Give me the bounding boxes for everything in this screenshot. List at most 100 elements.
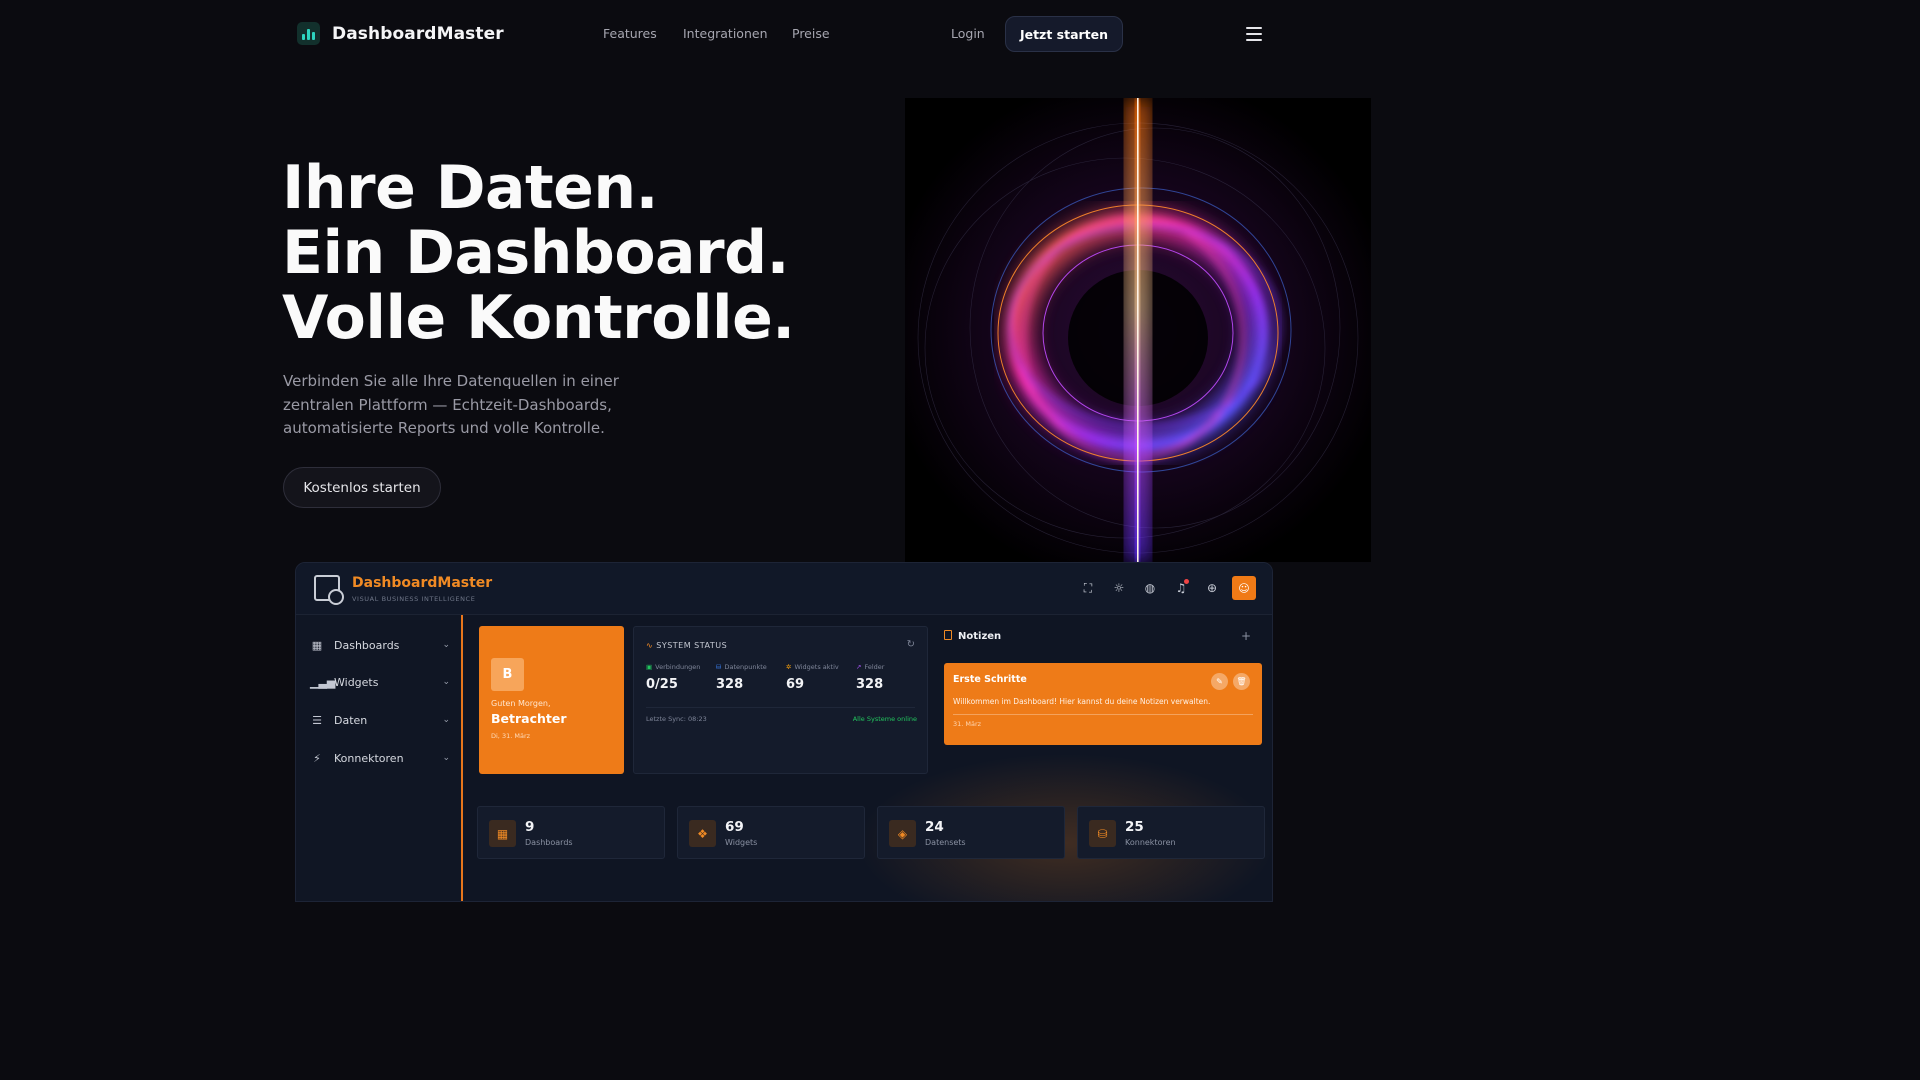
- divider: [646, 707, 915, 708]
- kpi-card-konnektoren[interactable]: ⛁ 25 Konnektoren: [1077, 806, 1265, 859]
- systems-online-status: Alle Systeme online: [852, 715, 917, 723]
- note-icon: [944, 630, 952, 640]
- dashboard-header: DashboardMaster VISUAL BUSINESS INTELLIG…: [296, 563, 1272, 615]
- grid-icon: ▦: [311, 638, 323, 652]
- kpi-card-datensets[interactable]: ◈ 24 Datensets: [877, 806, 1065, 859]
- chevron-down-icon: ⌄: [442, 640, 450, 650]
- sidebar-item-label: Daten: [334, 713, 368, 727]
- status-stat-value: 0/25: [646, 677, 678, 692]
- system-status-card: ∿ SYSTEM STATUS ↻ ▣ Verbindungen 0/25 ⛁ Da…: [633, 626, 928, 774]
- hero-title: Ihre Daten. Ein Dashboard. Volle Kontrol…: [282, 156, 795, 351]
- user-icon[interactable]: ☺: [1232, 576, 1256, 600]
- plug-icon: ⚡: [313, 751, 321, 765]
- edit-note-icon[interactable]: ✎: [1211, 673, 1228, 690]
- divider: [953, 714, 1253, 715]
- brand-name: DashboardMaster: [332, 23, 504, 44]
- dashboard-title: DashboardMaster: [352, 575, 493, 591]
- chevron-down-icon: ⌄: [442, 677, 450, 687]
- hero-subtitle: Verbinden Sie alle Ihre Datenquellen in …: [283, 372, 619, 437]
- refresh-icon[interactable]: ↻: [907, 639, 915, 650]
- chevron-down-icon: ⌄: [442, 753, 450, 763]
- system-status-label: SYSTEM STATUS: [656, 641, 728, 650]
- kpi-value: 24: [925, 819, 944, 835]
- kpi-value: 9: [525, 819, 535, 835]
- database-icon: ☰: [312, 713, 322, 727]
- jetzt-starten-button[interactable]: Jetzt starten: [1005, 16, 1123, 52]
- layers-icon: ◈: [889, 820, 916, 847]
- sidebar-item-label: Dashboards: [334, 638, 400, 652]
- status-stat-value: 69: [786, 677, 805, 692]
- dashboard-logo-icon: [314, 575, 344, 605]
- note-card[interactable]: Erste Schritte ✎ 🗑 Willkommen im Dashboa…: [944, 663, 1262, 745]
- chevron-down-icon: ⌄: [442, 715, 450, 725]
- dashboard-sidebar: ▦ Dashboards ⌄ ▁▃▅ Widgets ⌄ ☰ Daten ⌄ ⚡…: [296, 615, 463, 901]
- sidebar-item-dashboards[interactable]: ▦ Dashboards ⌄: [310, 635, 450, 655]
- trend-icon: ↗: [856, 663, 862, 671]
- bar-chart-icon: ▁▃▅: [310, 675, 336, 689]
- nav-link-features[interactable]: Features: [603, 26, 657, 41]
- notification-dot: [1184, 579, 1189, 584]
- globe-icon[interactable]: ⊕: [1205, 581, 1219, 595]
- nav-link-integrationen[interactable]: Integrationen: [683, 26, 768, 41]
- status-stat: ⛁ Datenpunkte 328: [716, 663, 767, 692]
- status-stat-value: 328: [716, 677, 744, 692]
- system-status-title: ∿ SYSTEM STATUS: [646, 641, 727, 650]
- status-stat-label: Verbindungen: [655, 663, 701, 671]
- add-note-button[interactable]: +: [1241, 629, 1251, 643]
- hero-title-line: Ihre Daten.: [282, 153, 658, 223]
- kpi-card-dashboards[interactable]: ▦ 9 Dashboards: [477, 806, 665, 859]
- nav-link-preise[interactable]: Preise: [792, 26, 830, 41]
- widgets-icon: ❖: [689, 820, 716, 847]
- sidebar-item-konnektoren[interactable]: ⚡ Konnektoren ⌄: [310, 748, 450, 768]
- hamburger-menu-icon[interactable]: [1246, 27, 1262, 41]
- dashboard-preview: DashboardMaster VISUAL BUSINESS INTELLIG…: [295, 562, 1273, 902]
- status-stat: ✲ Widgets aktiv 69: [786, 663, 839, 692]
- greeting-card: B Guten Morgen, Betrachter Di, 31. März: [479, 626, 624, 774]
- brand[interactable]: DashboardMaster: [297, 22, 504, 45]
- kostenlos-starten-button[interactable]: Kostenlos starten: [283, 467, 441, 508]
- kpi-label: Widgets: [725, 838, 758, 847]
- status-stat-label-row: ▣ Verbindungen: [646, 663, 700, 671]
- status-stat-label: Datenpunkte: [724, 663, 767, 671]
- delete-note-icon[interactable]: 🗑: [1233, 673, 1250, 690]
- greeting-text: Guten Morgen,: [491, 699, 551, 708]
- sidebar-item-label: Widgets: [334, 675, 379, 689]
- note-title: Erste Schritte: [953, 674, 1027, 685]
- kpi-label: Konnektoren: [1125, 838, 1176, 847]
- sidebar-item-label: Konnektoren: [334, 751, 404, 765]
- avatar: B: [491, 658, 524, 691]
- activity-icon: ∿: [646, 641, 657, 650]
- hero-portal-image: [905, 98, 1371, 562]
- status-stat-label-row: ✲ Widgets aktiv: [786, 663, 839, 671]
- login-link[interactable]: Login: [951, 26, 985, 41]
- kpi-value: 69: [725, 819, 744, 835]
- status-stat: ▣ Verbindungen 0/25: [646, 663, 700, 692]
- sidebar-item-widgets[interactable]: ▁▃▅ Widgets ⌄: [310, 672, 450, 692]
- kpi-value: 25: [1125, 819, 1144, 835]
- status-stat-label-row: ⛁ Datenpunkte: [716, 663, 767, 671]
- note-date: 31. März: [953, 720, 982, 728]
- note-text: Willkommen im Dashboard! Hier kannst du …: [953, 697, 1211, 706]
- sidebar-item-daten[interactable]: ☰ Daten ⌄: [310, 710, 450, 730]
- database-icon: ⛁: [716, 663, 722, 671]
- top-navigation: DashboardMaster Features Integrationen P…: [0, 0, 1568, 68]
- user-name: Betrachter: [491, 711, 567, 726]
- notes-title: Notizen: [958, 631, 1002, 642]
- kpi-label: Datensets: [925, 838, 966, 847]
- fullscreen-icon[interactable]: ⛶: [1081, 581, 1095, 595]
- last-sync-text: Letzte Sync: 08:23: [646, 715, 707, 723]
- sun-icon[interactable]: ☼: [1112, 581, 1126, 595]
- status-stat-value: 328: [856, 677, 884, 692]
- greeting-date: Di, 31. März: [491, 732, 531, 740]
- widgets-icon: ✲: [786, 663, 792, 671]
- hero-title-line: Volle Kontrolle.: [282, 283, 795, 353]
- connection-icon: ▣: [646, 663, 653, 671]
- bar-chart-logo-icon: [297, 22, 320, 45]
- dashboard-tagline: VISUAL BUSINESS INTELLIGENCE: [352, 595, 476, 603]
- status-stat-label: Felder: [864, 663, 885, 671]
- status-stat-label-row: ↗ Felder: [856, 663, 884, 671]
- palette-icon[interactable]: ◍: [1143, 581, 1157, 595]
- hero-title-line: Ein Dashboard.: [282, 218, 789, 288]
- kpi-label: Dashboards: [525, 838, 573, 847]
- kpi-card-widgets[interactable]: ❖ 69 Widgets: [677, 806, 865, 859]
